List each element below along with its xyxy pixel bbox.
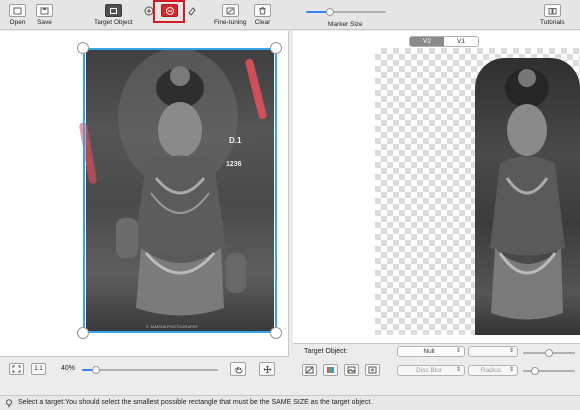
version-toggle[interactable]: V2 V1	[409, 36, 479, 47]
marker-size-slider[interactable]	[306, 8, 386, 16]
toolbar: Open Save Target Object Fine-tuning Clea…	[0, 0, 580, 30]
actual-size-button[interactable]: 1:1	[31, 363, 46, 375]
tutorials-button[interactable]: Tutorials	[540, 4, 565, 26]
zoom-bar: 1:1 40%	[0, 356, 289, 382]
clear-label: Clear	[254, 19, 271, 26]
blur-type-value: Disc Blur	[415, 367, 442, 374]
save-button[interactable]: Save	[36, 4, 53, 26]
source-canvas[interactable]: D.1 1236 © JAMSHA PHOTOGRAPHY	[0, 31, 289, 356]
color-palette-icon	[327, 367, 334, 373]
status-message: Select a target:You should select the sm…	[18, 399, 373, 406]
eraser-icon	[183, 4, 200, 17]
blur-type-select[interactable]: Disc Blur ⇕	[397, 365, 465, 376]
trash-icon	[254, 4, 271, 17]
open-label: Open	[9, 19, 26, 26]
marker-size-label: Marker Size	[328, 21, 363, 28]
image-icon	[347, 366, 356, 374]
rectangle-select-icon	[104, 4, 122, 17]
selection-handle-bottom-right[interactable]	[270, 327, 282, 339]
opacity-slider[interactable]	[523, 349, 575, 357]
move-tool-button[interactable]	[259, 362, 275, 376]
background-select[interactable]: ⇕	[468, 346, 518, 357]
cutout-statue-illustration	[490, 68, 565, 320]
target-object-select[interactable]: Null ⇕	[397, 346, 465, 357]
transparent-bg-icon	[305, 366, 314, 374]
transparency-background	[375, 48, 580, 335]
output-controls: Target Object: Null ⇕ ⇕ Disc Blur ⇕ Radi…	[293, 343, 580, 382]
marker-size-knob[interactable]	[326, 8, 334, 16]
cutout-result	[475, 58, 580, 335]
hand-tool-button[interactable]	[230, 362, 246, 376]
selection-handle-top-right[interactable]	[270, 42, 282, 54]
hand-icon	[235, 366, 242, 374]
image-bg-button[interactable]	[344, 364, 359, 376]
target-object-field-label: Target Object:	[304, 348, 348, 355]
zoom-knob[interactable]	[91, 366, 100, 374]
target-object-value: Null	[423, 348, 435, 355]
blur-icon	[368, 366, 377, 374]
actual-size-label: 1:1	[34, 366, 43, 372]
status-bar: Select a target:You should select the sm…	[0, 395, 580, 410]
fit-window-button[interactable]	[9, 363, 24, 375]
fine-tuning-button[interactable]: Fine-tuning	[214, 4, 247, 26]
transparent-bg-button[interactable]	[302, 364, 317, 376]
selection-rectangle[interactable]	[83, 48, 277, 333]
color-bg-button[interactable]	[323, 364, 338, 376]
chevron-updown-icon: ⇕	[455, 348, 461, 354]
opacity-knob[interactable]	[545, 349, 553, 357]
open-button[interactable]: Open	[9, 4, 26, 26]
chevron-updown-icon: ⇕	[508, 367, 514, 373]
selection-handle-bottom-left[interactable]	[77, 327, 89, 339]
zoom-slider[interactable]	[82, 366, 218, 374]
radius-select[interactable]: Radius ⇕	[468, 365, 518, 376]
save-label: Save	[37, 19, 52, 26]
book-icon	[543, 4, 561, 17]
fit-window-icon	[12, 365, 21, 373]
open-icon	[9, 4, 26, 17]
version-tab-v2[interactable]: V2	[410, 37, 444, 46]
target-object-button[interactable]: Target Object	[94, 4, 133, 26]
chevron-updown-icon: ⇕	[455, 367, 461, 373]
eraser-button[interactable]	[183, 4, 200, 17]
version-tab-v1[interactable]: V1	[444, 37, 478, 46]
move-icon	[263, 365, 271, 373]
tool-highlight-box	[153, 0, 185, 23]
blur-bg-button[interactable]	[365, 364, 380, 376]
target-object-label: Target Object	[94, 19, 133, 26]
chevron-updown-icon: ⇕	[508, 348, 514, 354]
fine-tuning-icon	[221, 4, 239, 17]
clear-button[interactable]: Clear	[254, 4, 271, 26]
lightbulb-icon	[5, 399, 13, 408]
preview-canvas: V2 V1	[293, 31, 580, 343]
save-icon	[36, 4, 53, 17]
radius-knob[interactable]	[531, 367, 539, 375]
selection-handle-top-left[interactable]	[77, 42, 89, 54]
radius-slider[interactable]	[523, 367, 575, 375]
zoom-value: 40%	[61, 365, 76, 372]
fine-tuning-label: Fine-tuning	[214, 19, 247, 26]
tutorials-label: Tutorials	[540, 19, 565, 26]
